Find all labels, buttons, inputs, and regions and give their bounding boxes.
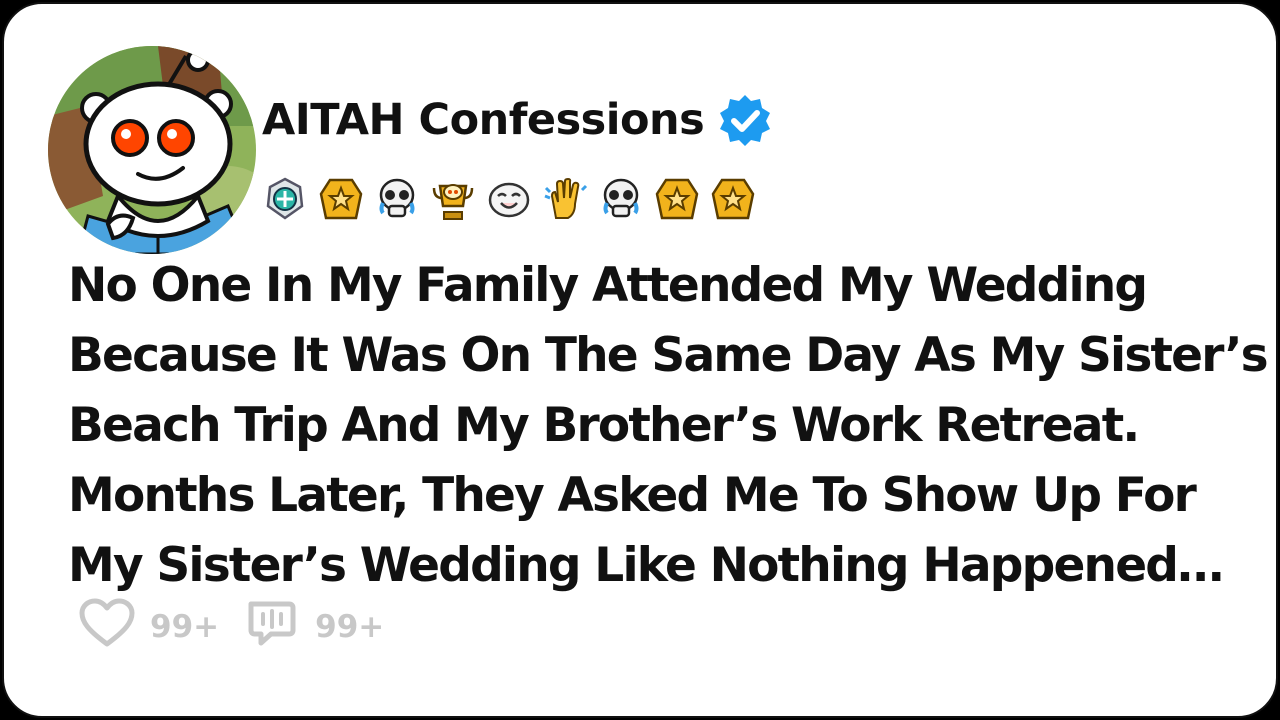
title-line: My Sister’s Wedding Like Nothing Happene… xyxy=(68,538,1224,593)
awards-row xyxy=(262,174,766,224)
heart-icon[interactable] xyxy=(78,598,136,656)
laughing-face-award-icon[interactable] xyxy=(486,176,532,222)
author-name[interactable]: AITAH Confessions xyxy=(262,95,705,145)
title-line: Beach Trip And My Brother’s Work Retreat… xyxy=(68,398,1140,453)
title-line: Because It Was On The Same Day As My Sis… xyxy=(68,328,1269,383)
post-title[interactable]: No One In My Family Attended My Wedding … xyxy=(68,251,1269,601)
crying-skull-award-icon[interactable] xyxy=(374,176,420,222)
post-header: AITAH Confessions xyxy=(262,92,772,148)
comment-count: 99+ xyxy=(315,609,385,645)
title-line: Months Later, They Asked Me To Show Up F… xyxy=(68,468,1197,523)
like-count: 99+ xyxy=(150,609,220,645)
verified-badge-icon xyxy=(718,93,772,147)
high-five-award-icon[interactable] xyxy=(542,176,588,222)
gold-star-award-icon[interactable] xyxy=(318,176,364,222)
title-line: No One In My Family Attended My Wedding xyxy=(68,258,1148,313)
crying-skull-award-icon[interactable] xyxy=(598,176,644,222)
comment-icon[interactable] xyxy=(245,598,301,656)
trophy-snoo-award-icon[interactable] xyxy=(430,176,476,222)
author-avatar[interactable] xyxy=(48,46,256,254)
snoo-avatar-image xyxy=(48,46,256,254)
post-actions: 99+ 99+ xyxy=(78,598,410,656)
gold-star-award-icon[interactable] xyxy=(710,176,756,222)
post-card[interactable]: AITAH Confessions No One In My Family At… xyxy=(2,2,1278,718)
silver-gem-award-icon[interactable] xyxy=(262,176,308,222)
gold-star-award-icon[interactable] xyxy=(654,176,700,222)
